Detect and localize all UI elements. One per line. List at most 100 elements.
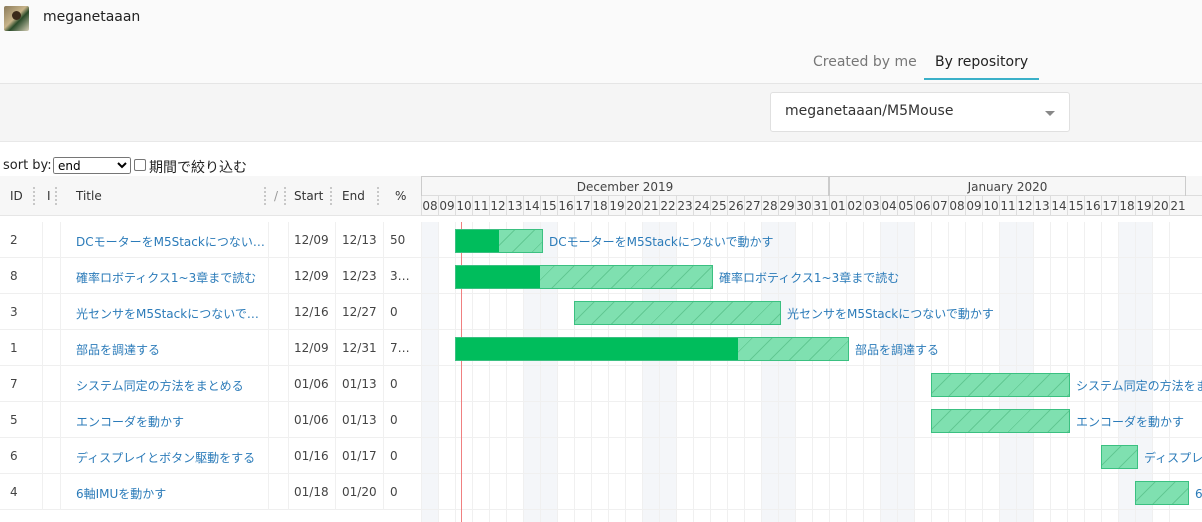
column-header-end[interactable]: End — [342, 189, 365, 203]
column-resizer[interactable] — [284, 187, 286, 205]
column-header-truncated: / — [274, 189, 279, 203]
day-label: 15 — [540, 196, 557, 216]
day-label: 26 — [727, 196, 744, 216]
cell-title[interactable]: 6軸IMUを動かす — [76, 485, 266, 502]
task-bar-progress — [456, 338, 739, 360]
table-row[interactable]: 8 確率ロボティクス1~3章まで読む 12/09 12/23 3… — [0, 258, 421, 294]
column-divider — [42, 330, 43, 366]
cell-id: 2 — [10, 233, 18, 247]
day-label: 17 — [1101, 196, 1118, 216]
task-bar[interactable] — [455, 337, 849, 361]
column-divider — [383, 402, 384, 438]
timeline-day-column — [863, 222, 880, 522]
day-label: 14 — [1050, 196, 1067, 216]
task-bar-label[interactable]: 6軸IM — [1195, 485, 1202, 502]
column-header-start[interactable]: Start — [294, 189, 323, 203]
task-bar-label[interactable]: システム同定の方法をまとめ — [1076, 377, 1202, 394]
task-bar[interactable] — [931, 373, 1070, 397]
table-row[interactable]: 7 システム同定の方法をまとめる 01/06 01/13 0 — [0, 366, 421, 402]
timeline-day-column — [931, 222, 948, 522]
task-bar[interactable] — [455, 229, 543, 253]
column-divider — [335, 222, 336, 258]
cell-title[interactable]: 確率ロボティクス1~3章まで読む — [76, 269, 266, 286]
sort-label: sort by: — [3, 158, 52, 173]
column-resizer[interactable] — [264, 187, 266, 205]
timeline-day-column — [438, 222, 455, 522]
task-bar[interactable] — [931, 409, 1070, 433]
column-divider — [288, 366, 289, 402]
cell-title[interactable]: エンコーダを動かす — [76, 413, 266, 430]
period-filter-checkbox[interactable] — [134, 159, 146, 171]
column-divider — [42, 222, 43, 258]
column-resizer[interactable] — [377, 187, 379, 205]
table-row[interactable]: 5 エンコーダを動かす 01/06 01/13 0 — [0, 402, 421, 438]
cell-title[interactable]: 部品を調達する — [76, 341, 266, 358]
period-filter-label[interactable]: 期間で絞り込む — [149, 157, 247, 177]
column-divider — [288, 222, 289, 258]
day-label: 19 — [1135, 196, 1152, 216]
table-row[interactable]: 2 DCモーターをM5Stackにつない… 12/09 12/13 50 — [0, 222, 421, 258]
task-bar[interactable] — [574, 301, 781, 325]
day-label: 10 — [455, 196, 472, 216]
task-bar-label[interactable]: DCモーターをM5Stackにつないで動かす — [549, 233, 773, 250]
column-divider — [288, 258, 289, 294]
day-label: 23 — [676, 196, 693, 216]
day-label: 27 — [744, 196, 761, 216]
column-header-title[interactable]: Title — [76, 189, 102, 203]
column-divider — [383, 330, 384, 366]
task-bar-label[interactable]: エンコーダを動かす — [1076, 413, 1184, 430]
column-divider — [383, 366, 384, 402]
table-row[interactable]: 4 6軸IMUを動かす 01/18 01/20 0 — [0, 474, 421, 510]
task-bar[interactable] — [1101, 445, 1138, 469]
day-label: 21 — [1169, 196, 1186, 216]
column-divider — [335, 438, 336, 474]
cell-start: 12/09 — [294, 233, 329, 247]
cell-title[interactable]: システム同定の方法をまとめる — [76, 377, 266, 394]
table-row[interactable]: 6 ディスプレイとボタン駆動をする 01/16 01/17 0 — [0, 438, 421, 474]
day-label: 25 — [710, 196, 727, 216]
task-bar[interactable] — [1135, 481, 1189, 505]
column-header-assignee[interactable]: I — [47, 189, 51, 203]
cell-end: 01/17 — [342, 449, 377, 463]
cell-end: 12/27 — [342, 305, 377, 319]
day-header: 08 09 10 11 12 13 14 15 16 17 18 19 20 21 22 23 24 25 26 27… — [421, 196, 1202, 216]
cell-progress: 0 — [390, 413, 398, 427]
day-label: 22 — [659, 196, 676, 216]
repository-select[interactable]: meganetaaan/M5Mouse — [770, 92, 1070, 132]
user-avatar[interactable] — [4, 6, 29, 31]
cell-title[interactable]: ディスプレイとボタン駆動をする — [76, 449, 266, 466]
cell-id: 1 — [10, 341, 18, 355]
task-bar-label[interactable]: 部品を調達する — [855, 341, 939, 358]
day-label: 28 — [761, 196, 778, 216]
tab-by-repository[interactable]: By repository — [924, 54, 1040, 80]
task-bar[interactable] — [455, 265, 713, 289]
timeline-day-column — [1050, 222, 1067, 522]
timeline-day-column — [897, 222, 914, 522]
table-row[interactable]: 1 部品を調達する 12/09 12/31 7… — [0, 330, 421, 366]
sort-select[interactable]: end — [53, 157, 131, 174]
timeline-day-column — [1067, 222, 1084, 522]
tab-created-by-me[interactable]: Created by me — [813, 54, 917, 78]
timeline-row-divider — [421, 365, 1202, 366]
column-resizer[interactable] — [33, 187, 35, 205]
timeline-day-column — [778, 222, 795, 522]
day-label: 31 — [812, 196, 829, 216]
cell-title[interactable]: DCモーターをM5Stackにつない… — [76, 233, 266, 250]
column-divider — [60, 222, 61, 258]
gantt-timeline: December 2019 January 2020 08 09 10 11 12 13 14… — [421, 176, 1202, 522]
column-divider — [335, 402, 336, 438]
cell-title[interactable]: 光センサをM5Stackにつないで… — [76, 305, 266, 322]
column-header-progress[interactable]: % — [395, 189, 406, 203]
task-bar-label[interactable]: ディスプレイと — [1144, 449, 1202, 466]
column-resizer[interactable] — [55, 187, 57, 205]
column-header-id[interactable]: ID — [10, 189, 23, 203]
day-label: 12 — [489, 196, 506, 216]
column-divider — [288, 330, 289, 366]
timeline-day-column — [1084, 222, 1101, 522]
task-bar-label[interactable]: 確率ロボティクス1~3章まで読む — [719, 269, 899, 286]
task-bar-label[interactable]: 光センサをM5Stackにつないで動かす — [787, 305, 994, 322]
timeline-day-column — [1033, 222, 1050, 522]
table-row[interactable]: 3 光センサをM5Stackにつないで… 12/16 12/27 0 — [0, 294, 421, 330]
column-divider — [60, 474, 61, 510]
column-resizer[interactable] — [330, 187, 332, 205]
